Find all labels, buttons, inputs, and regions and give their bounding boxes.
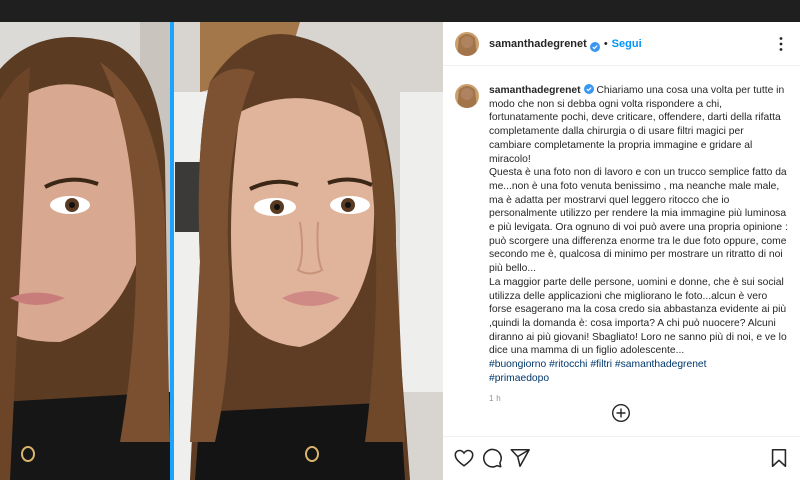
post-header: samanthadegrenet • Segui <box>443 22 800 66</box>
paper-plane-icon[interactable] <box>509 447 531 469</box>
caption-avatar[interactable] <box>455 84 479 108</box>
more-options-icon[interactable] <box>772 35 790 53</box>
verified-badge-icon <box>589 39 600 52</box>
caption-paragraph-3: La maggior parte delle persone, uomini e… <box>489 276 790 357</box>
verified-badge-icon <box>583 84 594 94</box>
avatar[interactable] <box>455 31 479 56</box>
post-time[interactable]: 1 h <box>489 394 788 403</box>
caption-text: samanthadegrenet Chiariamo una cosa una … <box>489 84 788 385</box>
caption-paragraph-2: Questa è una foto non di lavoro e con un… <box>489 167 791 275</box>
post-modal: samanthadegrenet • Segui samanthadegrene… <box>0 22 800 480</box>
caption-username[interactable]: samanthadegrenet <box>489 85 581 96</box>
action-bar <box>443 436 800 480</box>
post-photo-before-after[interactable] <box>0 22 443 480</box>
bookmark-icon[interactable] <box>768 447 790 469</box>
caption-paragraph-1: Chiariamo una cosa una volta per tutte i… <box>489 85 788 165</box>
hashtag-line-1[interactable]: #buongiorno #ritocchi #filtri #samanthad… <box>489 359 707 370</box>
header-username[interactable]: samanthadegrenet <box>489 38 587 50</box>
heart-icon[interactable] <box>453 447 475 469</box>
comment-bubble-icon[interactable] <box>481 447 503 469</box>
add-comment-plus-icon[interactable] <box>611 403 631 423</box>
follow-button[interactable]: Segui <box>612 38 642 50</box>
browser-top-strip <box>0 0 800 22</box>
separator-dot: • <box>603 37 608 50</box>
hashtag-line-2[interactable]: #primaedopo <box>489 373 549 384</box>
post-side-panel: samanthadegrenet • Segui samanthadegrene… <box>443 22 800 480</box>
post-caption: samanthadegrenet Chiariamo una cosa una … <box>443 66 800 412</box>
